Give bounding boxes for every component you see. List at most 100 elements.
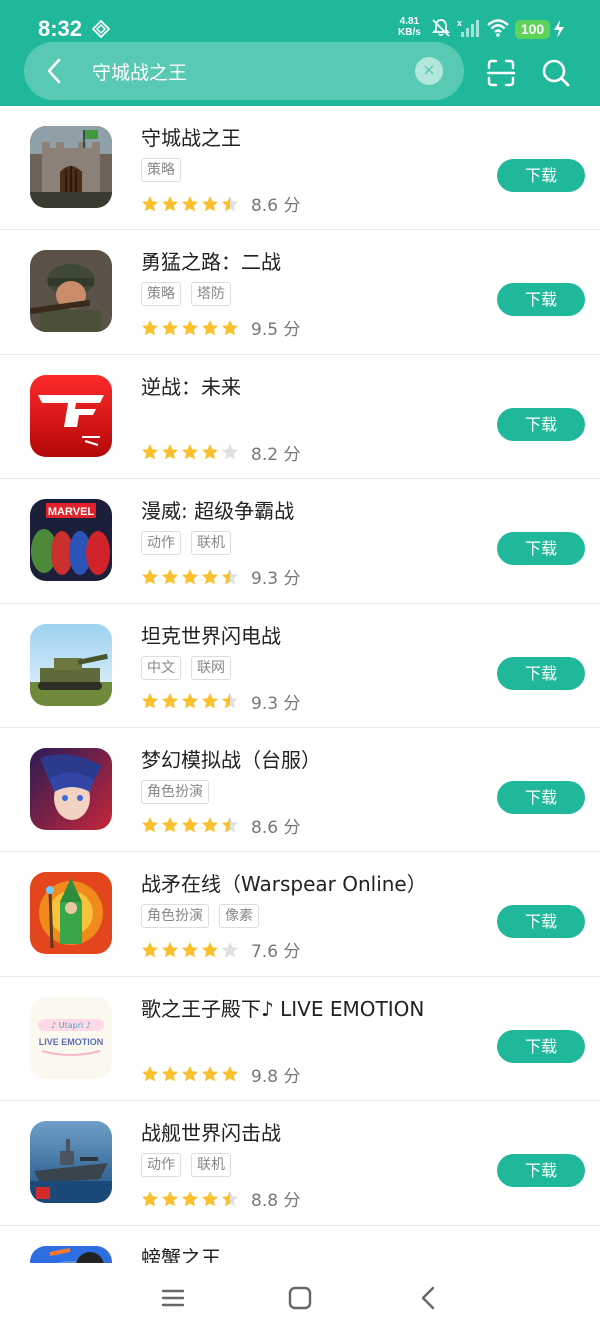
app-list-item[interactable]: 守城战之王 策略 8.6 分 下载 xyxy=(0,106,600,231)
app-name[interactable]: 勇猛之路：二战 xyxy=(141,246,281,275)
rating-score-value: 7.6 xyxy=(251,942,279,963)
app-name[interactable]: 战舰世界闪击战 xyxy=(141,1117,281,1146)
app-list-item[interactable]: 战舰世界闪击战 动作 联机 8.8 分 下载 xyxy=(0,1101,600,1226)
signal-icon: x xyxy=(457,18,479,37)
network-speed-value: 4.81 xyxy=(399,16,420,27)
app-list-item[interactable]: 逆战：未来 8.2 分 下载 xyxy=(0,355,600,480)
star-full-icon xyxy=(162,195,178,211)
download-button[interactable]: 下载 xyxy=(497,780,585,814)
star-full-icon xyxy=(142,568,158,585)
star-full-icon xyxy=(222,319,238,336)
app-icon[interactable] xyxy=(30,126,112,208)
download-button[interactable]: 下载 xyxy=(497,283,585,317)
star-full-icon xyxy=(202,444,218,460)
rating-score: 9.3 分 xyxy=(251,564,300,589)
category-tag: 角色扮演 xyxy=(141,779,209,804)
rating-score: 8.2 分 xyxy=(251,440,300,465)
category-tag: 策略 xyxy=(141,282,181,307)
nav-back-icon[interactable] xyxy=(416,1285,442,1311)
app-name[interactable]: 梦幻模拟战（台服） xyxy=(141,744,321,773)
scan-icon[interactable] xyxy=(486,58,516,88)
app-tags: 策略 xyxy=(141,158,181,182)
svg-text:x: x xyxy=(457,18,462,28)
category-tag: 动作 xyxy=(141,531,181,556)
search-icon[interactable] xyxy=(541,58,571,88)
star-empty-icon xyxy=(222,444,238,460)
star-full-icon xyxy=(222,1066,238,1082)
app-rating: 9.3 分 xyxy=(141,689,300,714)
rating-score-value: 9.8 xyxy=(251,1066,279,1087)
status-time: 8:32 xyxy=(38,16,83,41)
rating-score-unit: 分 xyxy=(283,1191,301,1212)
network-speed-unit: KB/s xyxy=(398,27,421,38)
home-icon[interactable] xyxy=(287,1285,313,1311)
rating-score-value: 8.6 xyxy=(251,196,279,216)
battery-level: 100 xyxy=(515,20,550,39)
app-name[interactable]: 漫威: 超级争霸战 xyxy=(141,495,294,524)
download-button[interactable]: 下载 xyxy=(497,159,585,192)
star-full-icon xyxy=(162,1066,178,1082)
app-name[interactable]: 逆战：未来 xyxy=(141,371,241,400)
download-button[interactable]: 下载 xyxy=(497,656,585,690)
app-icon[interactable] xyxy=(30,374,112,457)
star-full-icon xyxy=(182,1066,198,1082)
rating-score-value: 8.6 xyxy=(251,817,279,838)
rating-score-value: 9.3 xyxy=(251,569,279,590)
app-list-item[interactable]: 梦幻模拟战（台服） 角色扮演 8.6 分 下载 xyxy=(0,728,600,853)
rating-stars xyxy=(141,443,239,461)
search-input[interactable] xyxy=(92,56,392,86)
category-tag: 塔防 xyxy=(191,282,231,307)
rating-score: 8.6 分 xyxy=(251,191,300,216)
rating-stars xyxy=(141,1190,239,1208)
download-button[interactable]: 下载 xyxy=(497,407,585,441)
app-icon[interactable] xyxy=(30,872,112,955)
app-list-item[interactable]: 坦克世界闪电战 中文 联网 9.3 分 下载 xyxy=(0,604,600,728)
app-header: 8:32 4.81 KB/s x 100 守城战之王 × xyxy=(0,0,600,106)
app-icon[interactable] xyxy=(30,250,112,333)
download-button[interactable]: 下载 xyxy=(497,532,585,566)
close-icon: × xyxy=(422,60,436,79)
download-button[interactable]: 下载 xyxy=(497,905,585,939)
rating-score-value: 8.8 xyxy=(251,1191,279,1212)
rating-score-unit: 分 xyxy=(283,196,301,216)
star-full-icon xyxy=(142,817,158,833)
star-full-icon xyxy=(202,568,218,585)
menu-icon[interactable] xyxy=(160,1285,186,1311)
star-full-icon xyxy=(162,444,178,460)
star-full-icon xyxy=(202,195,218,211)
app-name[interactable]: 战矛在线（Warspear Online） xyxy=(141,868,427,897)
download-button[interactable]: 下载 xyxy=(497,1154,585,1188)
star-full-icon xyxy=(142,941,158,958)
app-list-item[interactable]: ♪ Utapri ♪ LIVE EMOTION 歌之王子殿下♪ LIVE EMO… xyxy=(0,977,600,1102)
app-list-item[interactable]: MARVEL 漫威: 超级争霸战 动作 联机 9.3 分 下载 xyxy=(0,479,600,604)
star-full-icon xyxy=(182,444,198,460)
category-tag: 像素 xyxy=(219,904,259,929)
clear-search-button[interactable]: × xyxy=(415,57,443,85)
star-empty-icon xyxy=(222,941,238,958)
bell-muted-icon xyxy=(431,19,451,37)
app-icon[interactable] xyxy=(30,1121,112,1204)
category-tag: 策略 xyxy=(141,158,181,182)
svg-text:LIVE EMOTION: LIVE EMOTION xyxy=(39,1037,104,1047)
app-name[interactable]: 守城战之王 xyxy=(141,122,241,151)
app-icon[interactable] xyxy=(30,623,112,706)
download-button[interactable]: 下载 xyxy=(497,1029,585,1063)
app-list-item[interactable]: 勇猛之路：二战 策略 塔防 9.5 分 下载 xyxy=(0,230,600,355)
rating-stars xyxy=(141,692,239,710)
rating-score: 9.3 分 xyxy=(251,689,300,714)
star-full-icon xyxy=(182,817,198,833)
app-list-item[interactable]: 战矛在线（Warspear Online） 角色扮演 像素 7.6 分 下载 xyxy=(0,852,600,977)
star-full-icon xyxy=(162,568,178,585)
star-full-icon xyxy=(162,817,178,833)
app-icon[interactable] xyxy=(30,747,112,830)
app-icon[interactable]: ♪ Utapri ♪ LIVE EMOTION xyxy=(30,996,112,1079)
svg-text:♪ Utapri ♪: ♪ Utapri ♪ xyxy=(51,1021,91,1030)
app-name[interactable]: 坦克世界闪电战 xyxy=(141,620,281,649)
app-icon[interactable]: MARVEL xyxy=(30,499,112,582)
app-tags: 角色扮演 xyxy=(141,779,209,804)
category-tag: 动作 xyxy=(141,1153,181,1178)
star-full-icon xyxy=(182,319,198,336)
rating-score-unit: 分 xyxy=(283,817,301,838)
back-arrow-icon[interactable] xyxy=(40,56,70,86)
app-name[interactable]: 歌之王子殿下♪ LIVE EMOTION xyxy=(141,993,424,1022)
